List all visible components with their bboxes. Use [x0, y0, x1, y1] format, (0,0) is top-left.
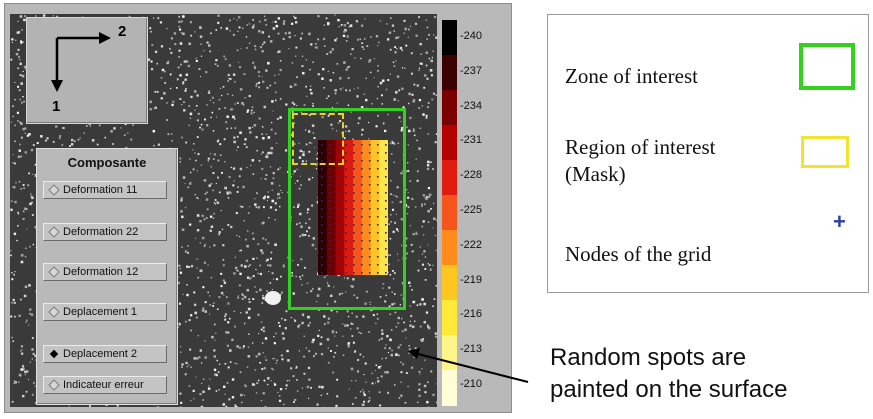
annotation-text: Random spots are painted on the surface: [550, 342, 788, 406]
annotation-line2: painted on the surface: [550, 376, 788, 403]
annotation-line1: Random spots are: [550, 344, 747, 371]
